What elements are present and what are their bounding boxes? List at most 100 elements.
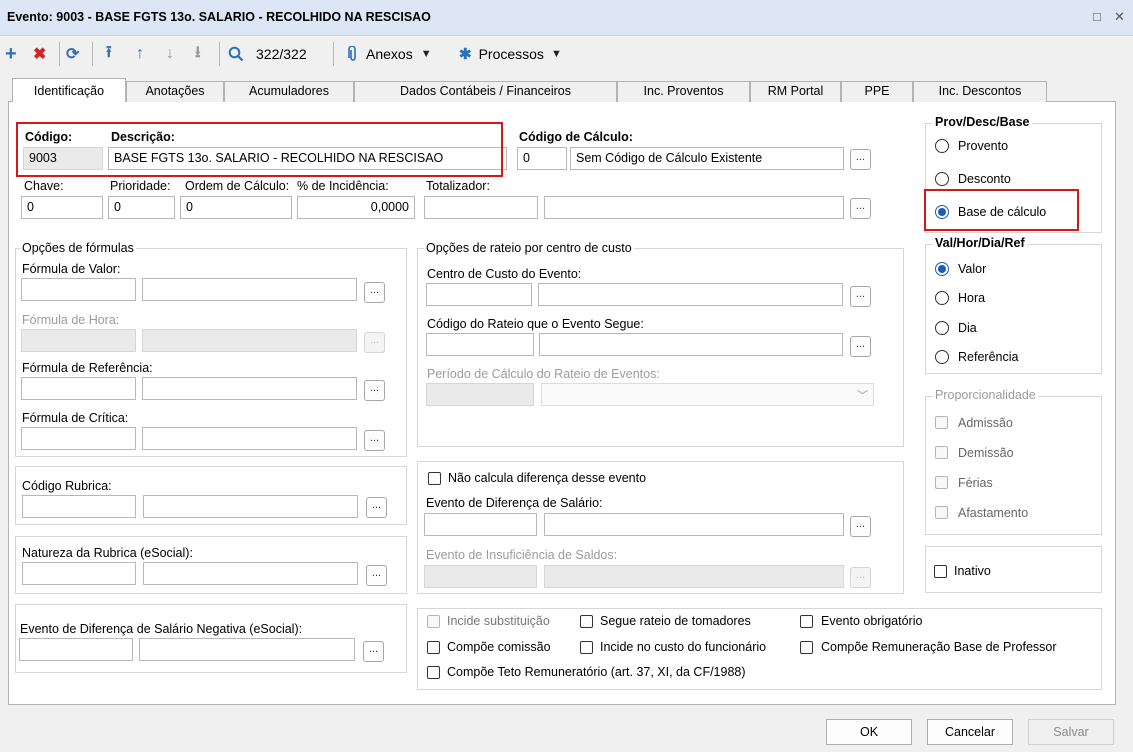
formula-critica-lookup-button[interactable]: ... <box>364 430 385 451</box>
codigo-calculo-lookup-button[interactable]: ... <box>850 149 871 170</box>
natureza-rubrica-lookup-button[interactable]: ... <box>366 565 387 586</box>
save-button[interactable]: Salvar <box>1028 719 1114 745</box>
admissao-checkbox[interactable] <box>935 416 948 429</box>
codigo-calculo-label: Código de Cálculo: <box>519 130 633 144</box>
inativo-checkbox[interactable] <box>934 565 947 578</box>
insuficiencia-lookup-button[interactable]: ... <box>850 567 871 588</box>
formula-valor-desc-field[interactable] <box>142 278 357 301</box>
compoe-comissao-checkbox[interactable] <box>427 641 440 654</box>
natureza-rubrica-code-field[interactable] <box>22 562 136 585</box>
formula-critica-desc-field[interactable] <box>142 427 357 450</box>
processos-menu[interactable]: ✱ Processos ▼ <box>459 44 562 64</box>
hora-radio[interactable] <box>935 291 949 305</box>
previous-record-icon[interactable]: ↑ <box>136 44 144 64</box>
toolbar-separator <box>333 42 334 66</box>
tab-dados-contabeis[interactable]: Dados Contábeis / Financeiros <box>354 81 617 102</box>
codigo-rateio-code-field[interactable] <box>426 333 534 356</box>
totalizador-lookup-button[interactable]: ... <box>850 198 871 219</box>
valor-radio[interactable] <box>935 262 949 276</box>
add-icon[interactable]: + <box>5 43 17 65</box>
ferias-label: Férias <box>958 476 993 490</box>
formula-referencia-code-field[interactable] <box>21 377 136 400</box>
next-record-icon[interactable]: ↓ <box>166 44 174 64</box>
evento-diferenca-lookup-button[interactable]: ... <box>850 516 871 537</box>
inativo-label: Inativo <box>954 564 991 578</box>
incide-substituicao-checkbox[interactable] <box>427 615 440 628</box>
codigo-calculo-desc-field[interactable]: Sem Código de Cálculo Existente <box>570 147 844 170</box>
insuficiencia-code-field[interactable] <box>424 565 537 588</box>
tab-inc-descontos[interactable]: Inc. Descontos <box>913 81 1047 102</box>
totalizador-code-field[interactable] <box>424 196 538 219</box>
insuficiencia-desc-field[interactable] <box>544 565 844 588</box>
codigo-rubrica-desc-field[interactable] <box>143 495 358 518</box>
ok-button[interactable]: OK <box>826 719 912 745</box>
prioridade-field[interactable]: 0 <box>108 196 175 219</box>
compoe-base-professor-checkbox[interactable] <box>800 641 813 654</box>
first-record-icon[interactable]: ⭱ <box>106 44 112 64</box>
centro-custo-desc-field[interactable] <box>538 283 843 306</box>
periodo-rateio-label: Período de Cálculo do Rateio de Eventos: <box>427 367 660 381</box>
processos-label: Processos <box>478 46 544 62</box>
refresh-icon[interactable]: ⟳ <box>66 44 79 64</box>
restore-icon[interactable]: □ <box>1093 9 1101 24</box>
dif-negativa-lookup-button[interactable]: ... <box>363 641 384 662</box>
natureza-rubrica-desc-field[interactable] <box>143 562 358 585</box>
chave-field[interactable]: 0 <box>21 196 103 219</box>
formula-hora-lookup-button[interactable]: ... <box>364 332 385 353</box>
afastamento-checkbox[interactable] <box>935 506 948 519</box>
cancel-button[interactable]: Cancelar <box>927 719 1013 745</box>
compoe-base-professor-label: Compõe Remuneração Base de Professor <box>821 640 1057 654</box>
search-icon[interactable] <box>228 44 244 64</box>
provento-radio[interactable] <box>935 139 949 153</box>
formula-referencia-desc-field[interactable] <box>142 377 357 400</box>
nao-calcula-diferenca-checkbox[interactable] <box>428 472 441 485</box>
ferias-checkbox[interactable] <box>935 476 948 489</box>
desconto-radio[interactable] <box>935 172 949 186</box>
close-icon[interactable]: ✕ <box>1114 9 1125 25</box>
incide-custo-checkbox[interactable] <box>580 641 593 654</box>
centro-custo-lookup-button[interactable]: ... <box>850 286 871 307</box>
dif-negativa-code-field[interactable] <box>19 638 133 661</box>
incidencia-field[interactable]: 0,0000 <box>297 196 415 219</box>
tab-inc-proventos[interactable]: Inc. Proventos <box>617 81 750 102</box>
formula-critica-code-field[interactable] <box>21 427 136 450</box>
anexos-label: Anexos <box>366 46 413 62</box>
ordem-calculo-field[interactable]: 0 <box>180 196 292 219</box>
tab-acumuladores[interactable]: Acumuladores <box>224 81 354 102</box>
ordem-calculo-label: Ordem de Cálculo: <box>185 179 290 193</box>
paperclip-icon <box>348 46 356 61</box>
tab-rm-portal[interactable]: RM Portal <box>750 81 841 102</box>
codigo-rubrica-code-field[interactable] <box>22 495 136 518</box>
last-record-icon[interactable]: ⭳ <box>195 44 201 64</box>
dia-radio[interactable] <box>935 321 949 335</box>
segue-rateio-checkbox[interactable] <box>580 615 593 628</box>
codigo-rateio-desc-field[interactable] <box>539 333 843 356</box>
formula-hora-desc-field[interactable] <box>142 329 357 352</box>
tab-anotacoes[interactable]: Anotações <box>126 81 224 102</box>
codigo-calculo-field[interactable]: 0 <box>517 147 567 170</box>
periodo-rateio-code-field[interactable] <box>426 383 534 406</box>
periodo-rateio-select[interactable]: ﹀ <box>541 383 874 406</box>
evento-diferenca-desc-field[interactable] <box>544 513 844 536</box>
formula-valor-code-field[interactable] <box>21 278 136 301</box>
delete-icon[interactable]: ✖ <box>33 44 46 64</box>
evento-diferenca-code-field[interactable] <box>424 513 537 536</box>
codigo-rubrica-lookup-button[interactable]: ... <box>366 497 387 518</box>
formula-hora-code-field[interactable] <box>21 329 136 352</box>
centro-custo-code-field[interactable] <box>426 283 532 306</box>
codigo-rateio-lookup-button[interactable]: ... <box>850 336 871 357</box>
demissao-checkbox[interactable] <box>935 446 948 459</box>
compoe-teto-checkbox[interactable] <box>427 666 440 679</box>
formula-valor-lookup-button[interactable]: ... <box>364 282 385 303</box>
formula-referencia-lookup-button[interactable]: ... <box>364 380 385 401</box>
referencia-label: Referência <box>958 350 1019 364</box>
formula-referencia-label: Fórmula de Referência: <box>22 361 153 375</box>
record-counter: 322/322 <box>256 46 307 62</box>
anexos-menu[interactable]: Anexos ▼ <box>348 44 432 64</box>
tab-identificacao[interactable]: Identificação <box>12 78 126 102</box>
evento-obrigatorio-checkbox[interactable] <box>800 615 813 628</box>
tab-ppe[interactable]: PPE <box>841 81 913 102</box>
referencia-radio[interactable] <box>935 350 949 364</box>
totalizador-desc-field[interactable] <box>544 196 844 219</box>
dif-negativa-desc-field[interactable] <box>139 638 355 661</box>
